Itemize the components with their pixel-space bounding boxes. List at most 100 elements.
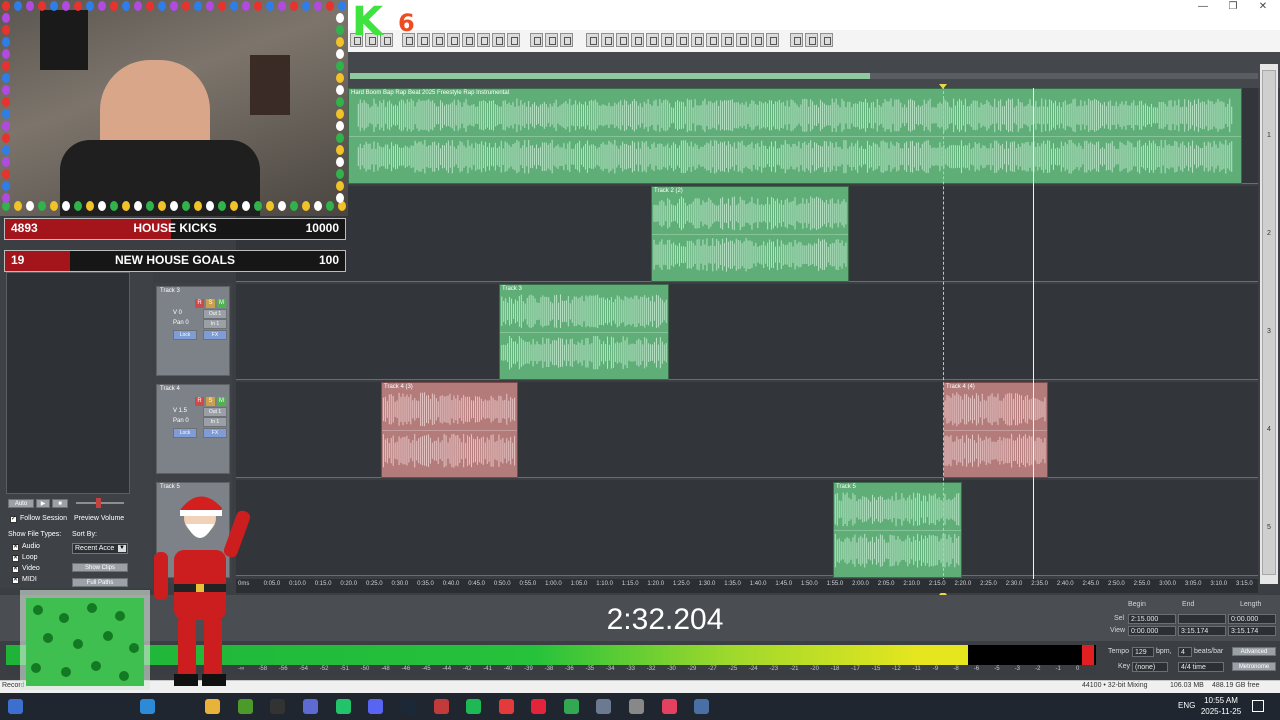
preview-volume-handle[interactable]: [96, 498, 101, 508]
track-header-4[interactable]: Track 4 R S M V 1.5 Out 1 Pan 0 In 1 Loc…: [156, 384, 230, 474]
tool-icon[interactable]: [530, 33, 543, 47]
steam-icon[interactable]: [401, 699, 416, 714]
epic-games-icon[interactable]: [270, 699, 285, 714]
fx-button[interactable]: FX: [203, 330, 227, 340]
full-paths-button[interactable]: Full Paths: [72, 578, 128, 587]
tool-icon[interactable]: [691, 33, 704, 47]
xbox-icon[interactable]: [564, 699, 579, 714]
app-icon[interactable]: [662, 699, 677, 714]
pan-value[interactable]: Pan 0: [173, 320, 189, 326]
advanced-button[interactable]: Advanced: [1232, 647, 1276, 656]
close-button[interactable]: ✕: [1248, 0, 1278, 14]
discord-icon[interactable]: [368, 699, 383, 714]
folder-icon[interactable]: [205, 699, 220, 714]
track-lane-3[interactable]: [236, 284, 1258, 380]
app-icon[interactable]: [694, 699, 709, 714]
output-select[interactable]: Out 1: [203, 407, 227, 417]
tool-icon[interactable]: [820, 33, 833, 47]
tempo-field[interactable]: 129: [1132, 647, 1154, 657]
video-checkbox[interactable]: ✕: [12, 566, 19, 573]
minimize-button[interactable]: —: [1188, 0, 1218, 14]
sel-begin-field[interactable]: 2:15.000: [1128, 614, 1176, 624]
app-icon[interactable]: [629, 699, 644, 714]
mute-button[interactable]: M: [217, 397, 226, 406]
tool-icon[interactable]: [507, 33, 520, 47]
volume-value[interactable]: V 0: [173, 310, 182, 316]
auto-preview-button[interactable]: Auto: [8, 499, 34, 508]
tool-icon[interactable]: [751, 33, 764, 47]
mute-button[interactable]: M: [217, 299, 226, 308]
time-ruler[interactable]: 0ms 0:05.0 0:10.0 0:15.0 0:20.0 0:25.0 0:30.0 0…: [236, 579, 1258, 593]
app-icon[interactable]: [531, 699, 546, 714]
scrollbar-thumb[interactable]: [1262, 70, 1276, 575]
input-select[interactable]: In 1: [203, 319, 227, 329]
time-signature-select[interactable]: 4/4 time: [1178, 662, 1224, 672]
tool-icon[interactable]: [586, 33, 599, 47]
audio-clip[interactable]: Track 3: [499, 284, 669, 380]
record-arm-button[interactable]: R: [195, 299, 204, 308]
maximize-button[interactable]: ❐: [1218, 0, 1248, 14]
sort-by-select[interactable]: Recent Acce ▼: [72, 543, 128, 554]
tool-icon[interactable]: [631, 33, 644, 47]
sel-end-field[interactable]: [1178, 614, 1226, 624]
tool-icon[interactable]: [417, 33, 430, 47]
audio-clip[interactable]: Track 2 (2): [651, 186, 849, 282]
play-preview-icon[interactable]: ▶: [36, 499, 50, 508]
tool-icon[interactable]: [447, 33, 460, 47]
tool-icon[interactable]: [492, 33, 505, 47]
system-clock[interactable]: 10:55 AM 2025-11-25: [1196, 695, 1246, 717]
input-select[interactable]: In 1: [203, 417, 227, 427]
file-list[interactable]: [6, 272, 130, 494]
beats-field[interactable]: 4: [1178, 647, 1192, 657]
volume-value[interactable]: V 1.5: [173, 408, 187, 414]
tool-icon[interactable]: [477, 33, 490, 47]
fx-button[interactable]: FX: [203, 428, 227, 438]
vertical-scrollbar[interactable]: [1260, 64, 1278, 584]
tool-icon[interactable]: [766, 33, 779, 47]
audio-clip[interactable]: Hard Boom Bap Rap Beat 2025 Freestyle Ra…: [348, 88, 1242, 184]
language-indicator[interactable]: ENG: [1178, 701, 1195, 710]
key-select[interactable]: (none): [1132, 662, 1168, 672]
sel-length-field[interactable]: 0:00.000: [1228, 614, 1276, 624]
app-icon[interactable]: [499, 699, 514, 714]
cursor-marker-icon[interactable]: [939, 84, 947, 89]
lock-button[interactable]: Lock: [173, 330, 197, 340]
tool-icon[interactable]: [616, 33, 629, 47]
follow-session-checkbox[interactable]: ✓: [10, 516, 17, 523]
tool-icon[interactable]: [805, 33, 818, 47]
tool-icon[interactable]: [721, 33, 734, 47]
clip-indicator[interactable]: [1082, 645, 1094, 665]
lock-button[interactable]: Lock: [173, 428, 197, 438]
notification-icon[interactable]: [1252, 700, 1264, 712]
audio-checkbox[interactable]: ✕: [12, 544, 19, 551]
midi-checkbox[interactable]: ✕: [12, 577, 19, 584]
overview-visible-range[interactable]: [350, 73, 870, 79]
tool-icon[interactable]: [601, 33, 614, 47]
solo-button[interactable]: S: [206, 299, 215, 308]
app-icon[interactable]: [238, 699, 253, 714]
stop-preview-icon[interactable]: ■: [52, 499, 68, 508]
tool-icon[interactable]: [661, 33, 674, 47]
app-icon[interactable]: [303, 699, 318, 714]
track-lane-5[interactable]: [236, 480, 1258, 576]
show-clips-button[interactable]: Show Clips: [72, 563, 128, 572]
start-icon[interactable]: [8, 699, 23, 714]
metronome-button[interactable]: Metronome: [1232, 662, 1276, 671]
selection-cursor[interactable]: [943, 86, 944, 581]
record-arm-button[interactable]: R: [195, 397, 204, 406]
audio-clip[interactable]: Track 4 (3): [381, 382, 518, 478]
app-icon[interactable]: [336, 699, 351, 714]
tool-icon[interactable]: [432, 33, 445, 47]
tool-icon[interactable]: [676, 33, 689, 47]
edge-icon[interactable]: [140, 699, 155, 714]
tool-icon[interactable]: [545, 33, 558, 47]
maps-icon[interactable]: [434, 699, 449, 714]
tool-icon[interactable]: [736, 33, 749, 47]
loop-checkbox[interactable]: ✕: [12, 555, 19, 562]
output-select[interactable]: Out 1: [203, 309, 227, 319]
spotify-icon[interactable]: [466, 699, 481, 714]
view-begin-field[interactable]: 0:00.000: [1128, 626, 1176, 636]
pan-value[interactable]: Pan 0: [173, 418, 189, 424]
track-header-3[interactable]: Track 3 R S M V 0 Out 1 Pan 0 In 1 Lock …: [156, 286, 230, 376]
tool-icon[interactable]: [646, 33, 659, 47]
